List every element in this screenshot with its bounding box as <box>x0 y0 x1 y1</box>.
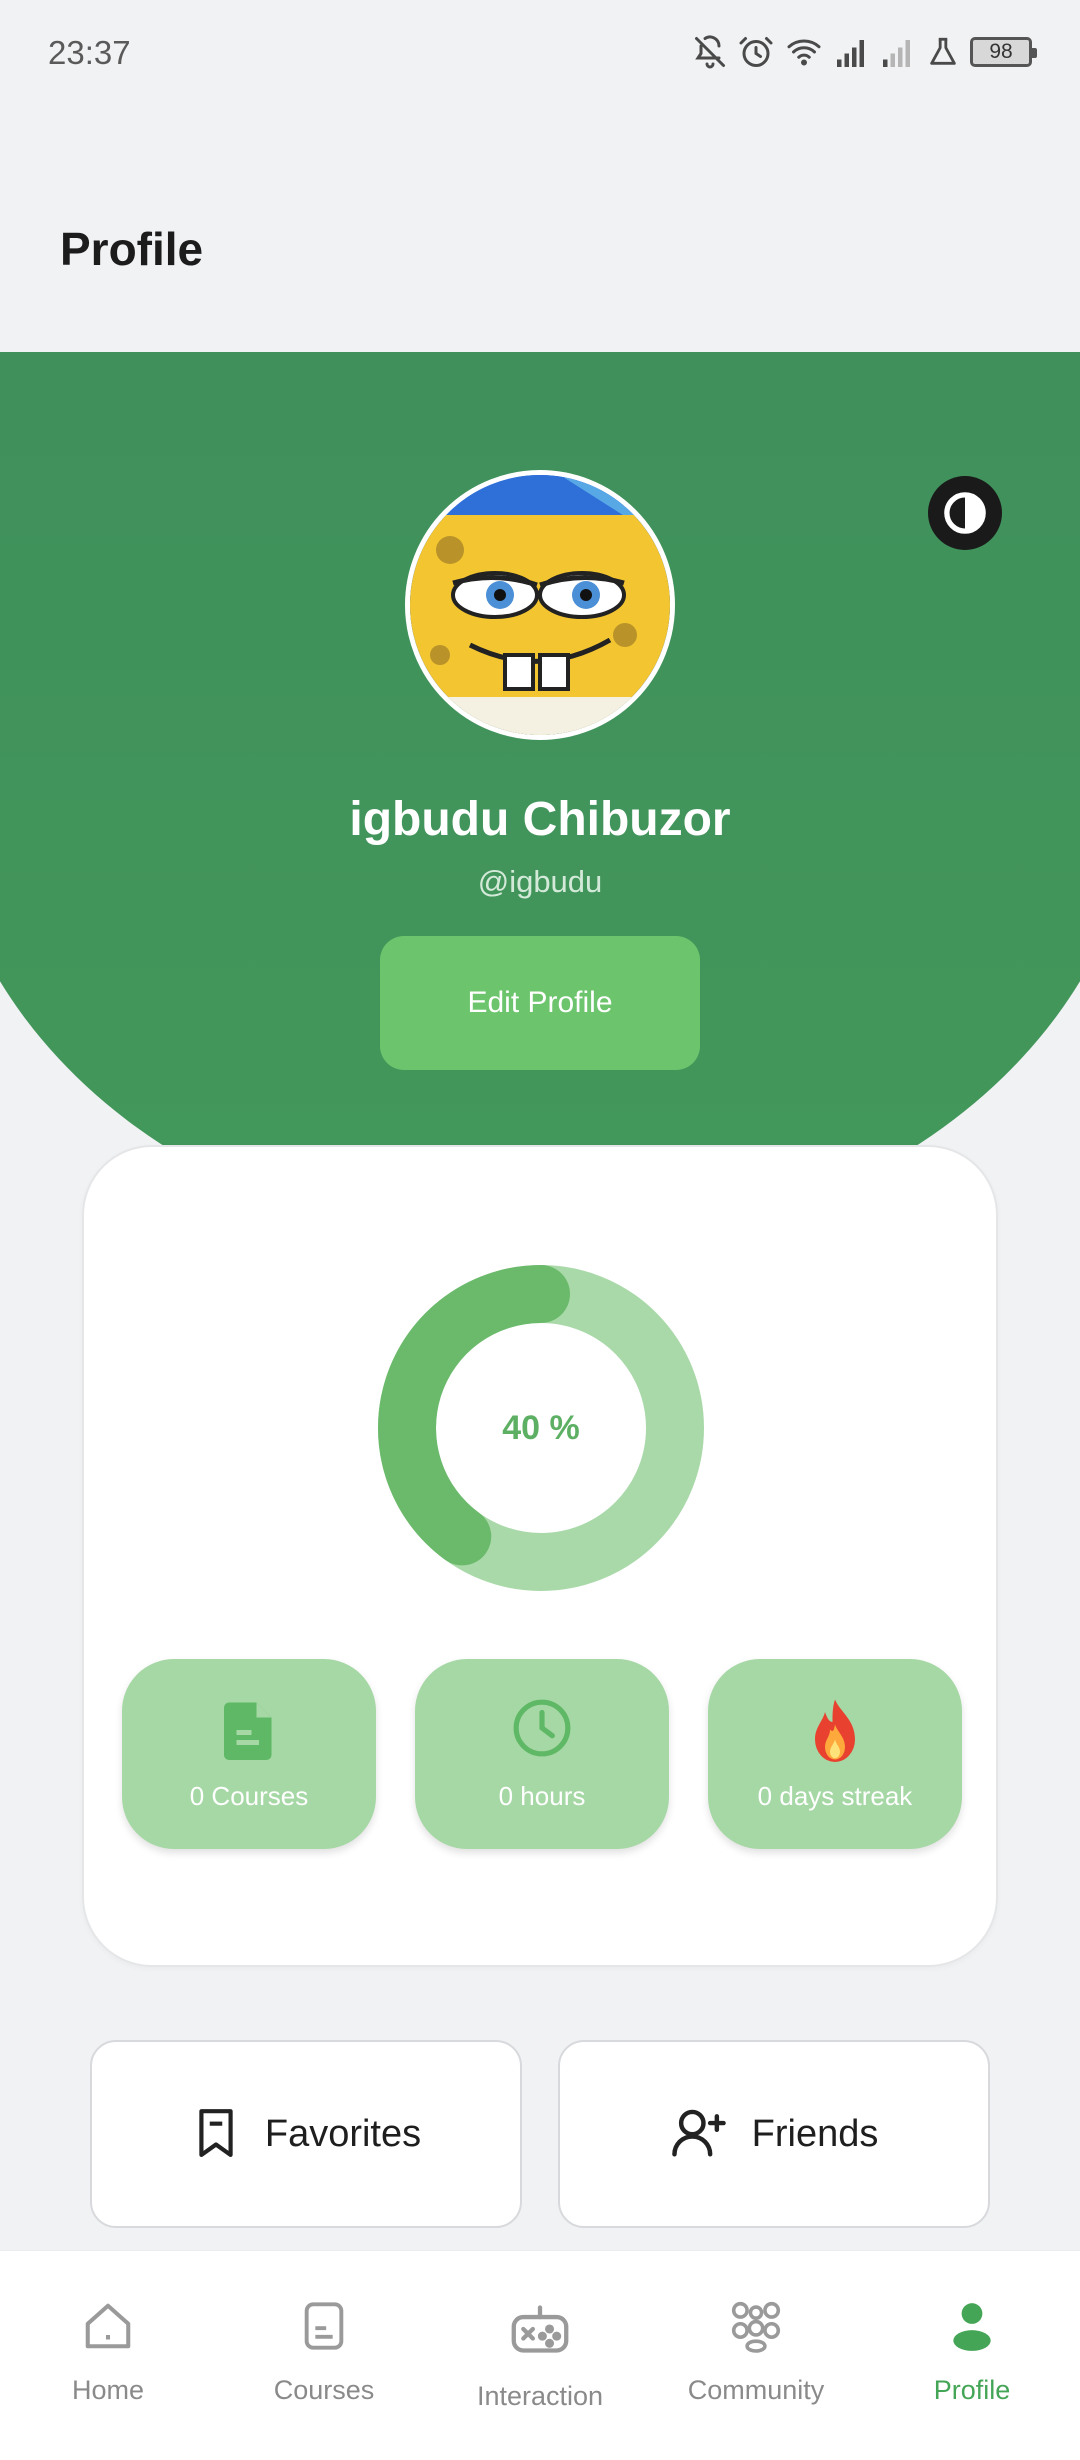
signal-icon <box>834 34 870 70</box>
stats-card: 40 % 0 Courses 0 hours 0 days streak <box>82 1145 998 1967</box>
wifi-icon <box>784 34 824 70</box>
signal-weak-icon <box>880 34 916 70</box>
nav-item-community[interactable]: Community <box>648 2251 864 2460</box>
courses-stat-tile[interactable]: 0 Courses <box>122 1659 376 1849</box>
nav-item-courses[interactable]: Courses <box>216 2251 432 2460</box>
favorites-button[interactable]: Favorites <box>90 2040 522 2228</box>
alarm-icon <box>738 34 774 70</box>
courses-stat-label: 0 Courses <box>189 1781 309 1811</box>
nav-label-courses: Courses <box>273 2375 375 2405</box>
stat-tiles: 0 Courses 0 hours 0 days streak <box>122 1659 962 1849</box>
nav-label-interaction: Interaction <box>476 2381 604 2411</box>
hours-stat-tile[interactable]: 0 hours <box>415 1659 669 1849</box>
bookmark-icon <box>191 2104 241 2165</box>
flask-icon <box>926 34 960 70</box>
status-bar: 23:37 98 <box>0 0 1080 110</box>
profile-screen: 23:37 98 Profile igbudu Chibuzor @igbudu… <box>0 0 1080 2460</box>
bell-off-icon <box>692 34 728 70</box>
battery-level: 98 <box>989 40 1013 63</box>
user-handle: @igbudu <box>477 864 603 899</box>
fire-icon <box>708 1697 962 1767</box>
status-time: 23:37 <box>48 34 131 71</box>
battery-icon: 98 <box>970 37 1037 67</box>
streak-stat-label: 0 days streak <box>757 1781 913 1811</box>
gamepad-icon <box>432 2299 648 2359</box>
nav-item-profile[interactable]: Profile <box>864 2251 1080 2460</box>
nav-label-home: Home <box>71 2375 145 2405</box>
user-icon <box>864 2299 1080 2353</box>
bottom-nav: Home Courses Interaction Community Profi… <box>0 2250 1080 2460</box>
avatar[interactable] <box>405 470 675 740</box>
document-icon <box>122 1697 376 1763</box>
streak-stat-tile[interactable]: 0 days streak <box>708 1659 962 1849</box>
favorites-label: Favorites <box>264 2112 422 2155</box>
edit-profile-button[interactable]: Edit Profile <box>380 936 700 1070</box>
friends-label: Friends <box>751 2112 879 2155</box>
add-friend-icon <box>670 2104 728 2165</box>
nav-label-community: Community <box>687 2375 825 2405</box>
community-icon <box>648 2299 864 2353</box>
user-name: igbudu Chibuzor <box>349 793 731 846</box>
hours-stat-label: 0 hours <box>498 1781 586 1811</box>
friends-button[interactable]: Friends <box>558 2040 990 2228</box>
home-icon <box>0 2299 216 2353</box>
nav-label-profile: Profile <box>933 2375 1011 2405</box>
contrast-icon[interactable] <box>928 476 1002 550</box>
courses-icon <box>216 2299 432 2353</box>
status-icons: 98 <box>692 34 1037 70</box>
nav-item-interaction[interactable]: Interaction <box>432 2251 648 2460</box>
nav-item-home[interactable]: Home <box>0 2251 216 2460</box>
page-title: Profile <box>60 223 204 275</box>
progress-label: 40 % <box>502 1408 580 1447</box>
clock-icon <box>415 1697 669 1759</box>
